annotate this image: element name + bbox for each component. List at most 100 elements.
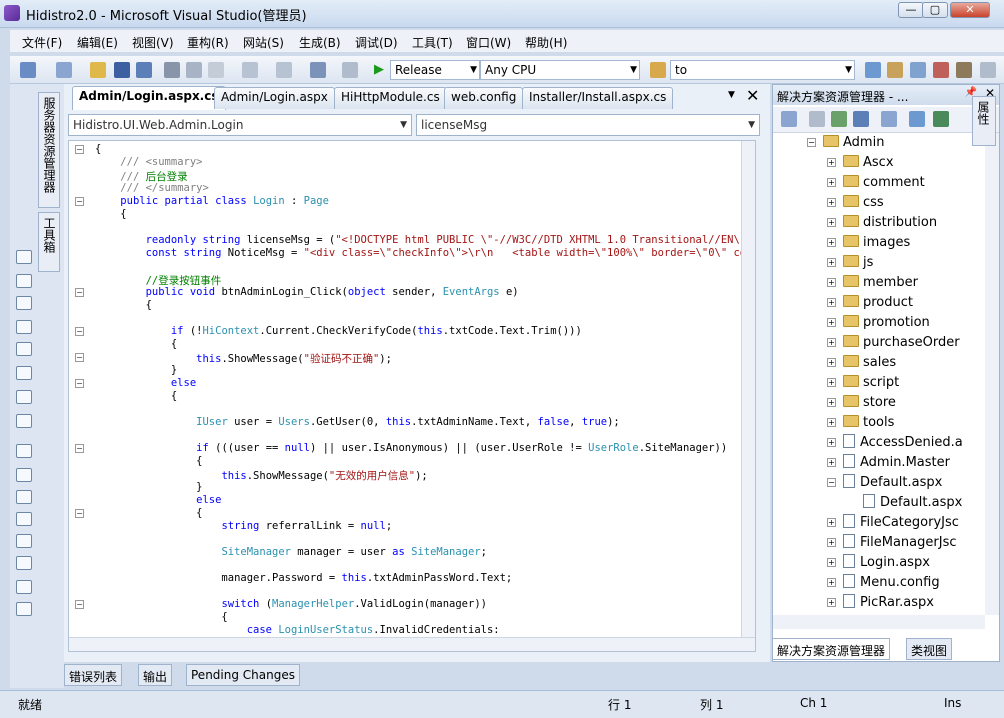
expand-icon[interactable]: +	[827, 418, 836, 427]
tree-item[interactable]: Login.aspx	[843, 553, 930, 573]
pointer-icon[interactable]	[16, 296, 32, 310]
expand-icon[interactable]: +	[827, 518, 836, 527]
tree-item[interactable]: Default.aspx	[863, 493, 962, 513]
format-icon[interactable]	[16, 274, 32, 288]
close-button[interactable]: ✕	[950, 2, 990, 18]
tree-item[interactable]: comment	[843, 173, 925, 193]
maximize-button[interactable]: ▢	[922, 2, 948, 18]
comment-icon[interactable]	[16, 534, 32, 548]
tab-server-explorer[interactable]: 服务器资源管理器	[38, 92, 60, 208]
outdent-icon[interactable]	[16, 414, 32, 428]
bookmark-icon[interactable]	[16, 556, 32, 570]
tree-item[interactable]: store	[843, 393, 896, 413]
tab-list-icon[interactable]: ▼	[728, 90, 735, 100]
expand-icon[interactable]: +	[827, 338, 836, 347]
undo-icon[interactable]	[242, 62, 258, 78]
expand-icon[interactable]: +	[827, 318, 836, 327]
tab-toolbox[interactable]: 工具箱	[38, 212, 60, 272]
toolbox-icon[interactable]	[933, 62, 949, 78]
start-debug-icon[interactable]: ▶	[374, 62, 390, 78]
more-icon[interactable]	[980, 62, 996, 78]
format-icon[interactable]	[16, 250, 32, 264]
menu-window[interactable]: 窗口(W)	[466, 34, 511, 51]
menu-tools[interactable]: 工具(T)	[412, 34, 453, 51]
tab-login-aspx-cs[interactable]: Admin/Login.aspx.cs	[72, 86, 226, 110]
find-dropdown[interactable]: to ▼	[670, 60, 855, 80]
tab-hihttpmodule[interactable]: HiHttpModule.cs	[334, 87, 447, 109]
configuration-dropdown[interactable]: Release ▼	[390, 60, 480, 80]
expand-icon[interactable]: +	[827, 238, 836, 247]
member-dropdown[interactable]: licenseMsg ▼	[416, 114, 760, 136]
expand-icon[interactable]: +	[827, 558, 836, 567]
menu-view[interactable]: 视图(V)	[132, 34, 174, 51]
tree-item[interactable]: script	[843, 373, 899, 393]
tree-item[interactable]: Admin	[823, 133, 884, 153]
frame-icon[interactable]	[16, 444, 32, 458]
expand-icon[interactable]: +	[827, 178, 836, 187]
save-all-icon[interactable]	[136, 62, 152, 78]
show-all-files-icon[interactable]	[809, 111, 825, 127]
expand-icon[interactable]: +	[827, 278, 836, 287]
nav-forward-icon[interactable]	[342, 62, 358, 78]
collapse-icon[interactable]: −	[75, 444, 84, 453]
find-in-files-icon[interactable]	[650, 62, 666, 78]
tree-horizontal-scrollbar[interactable]	[773, 615, 985, 629]
expand-icon[interactable]: +	[827, 258, 836, 267]
expand-icon[interactable]: +	[827, 378, 836, 387]
tree-item[interactable]: AccessDenied.a	[843, 433, 963, 453]
view-code-icon[interactable]	[881, 111, 897, 127]
indent-icon[interactable]	[16, 390, 32, 404]
refresh-icon[interactable]	[831, 111, 847, 127]
horizontal-scrollbar[interactable]	[69, 637, 755, 651]
comment-icon[interactable]	[16, 490, 32, 504]
collapse-icon[interactable]: −	[75, 600, 84, 609]
bookmark-icon[interactable]	[16, 602, 32, 616]
menu-website[interactable]: 网站(S)	[243, 34, 284, 51]
tree-vertical-scrollbar[interactable]	[985, 133, 999, 615]
close-tab-icon[interactable]: ✕	[746, 86, 759, 105]
tree-item[interactable]: js	[843, 253, 873, 273]
menu-build[interactable]: 生成(B)	[299, 34, 341, 51]
expand-icon[interactable]: +	[827, 358, 836, 367]
collapse-icon[interactable]: −	[75, 327, 84, 336]
new-project-icon[interactable]	[20, 62, 36, 78]
expand-icon[interactable]: +	[827, 598, 836, 607]
align-right-icon[interactable]	[16, 366, 32, 380]
collapse-icon[interactable]: −	[807, 138, 816, 147]
tree-item[interactable]: sales	[843, 353, 896, 373]
tab-error-list[interactable]: 错误列表	[64, 664, 123, 686]
tab-login-aspx[interactable]: Admin/Login.aspx	[214, 87, 335, 109]
minimize-button[interactable]: —	[898, 2, 924, 18]
tab-output[interactable]: 输出	[138, 664, 173, 686]
expand-icon[interactable]: +	[827, 398, 836, 407]
tree-item[interactable]: css	[843, 193, 884, 213]
collapse-icon[interactable]: −	[75, 197, 84, 206]
menu-edit[interactable]: 编辑(E)	[77, 34, 118, 51]
comment-icon[interactable]	[16, 468, 32, 482]
navigate-icon[interactable]	[310, 62, 326, 78]
tree-item[interactable]: FileManagerJsc	[843, 533, 957, 553]
cut-icon[interactable]	[164, 62, 180, 78]
tree-item[interactable]: product	[843, 293, 913, 313]
expand-icon[interactable]: +	[827, 218, 836, 227]
object-browser-icon[interactable]	[910, 62, 926, 78]
text-size-icon[interactable]	[16, 320, 32, 334]
collapse-icon[interactable]: −	[75, 288, 84, 297]
nest-files-icon[interactable]	[853, 111, 869, 127]
comment-icon[interactable]	[16, 512, 32, 526]
tree-item[interactable]: Ascx	[843, 153, 894, 173]
paste-icon[interactable]	[208, 62, 224, 78]
tree-item[interactable]: FileCategoryJsc	[843, 513, 959, 533]
tab-solution-explorer[interactable]: 解决方案资源管理器	[772, 638, 891, 660]
menu-help[interactable]: 帮助(H)	[525, 34, 567, 51]
tree-item[interactable]: purchaseOrder	[843, 333, 960, 353]
tree-item[interactable]: Admin.Master	[843, 453, 950, 473]
menu-file[interactable]: 文件(F)	[22, 34, 62, 51]
tab-properties[interactable]: 属性	[972, 96, 996, 146]
tree-item[interactable]: member	[843, 273, 918, 293]
solution-explorer-icon[interactable]	[865, 62, 881, 78]
collapse-icon[interactable]: −	[827, 478, 836, 487]
redo-icon[interactable]	[276, 62, 292, 78]
tab-install-aspx-cs[interactable]: Installer/Install.aspx.cs	[522, 87, 674, 109]
add-item-icon[interactable]	[56, 62, 72, 78]
